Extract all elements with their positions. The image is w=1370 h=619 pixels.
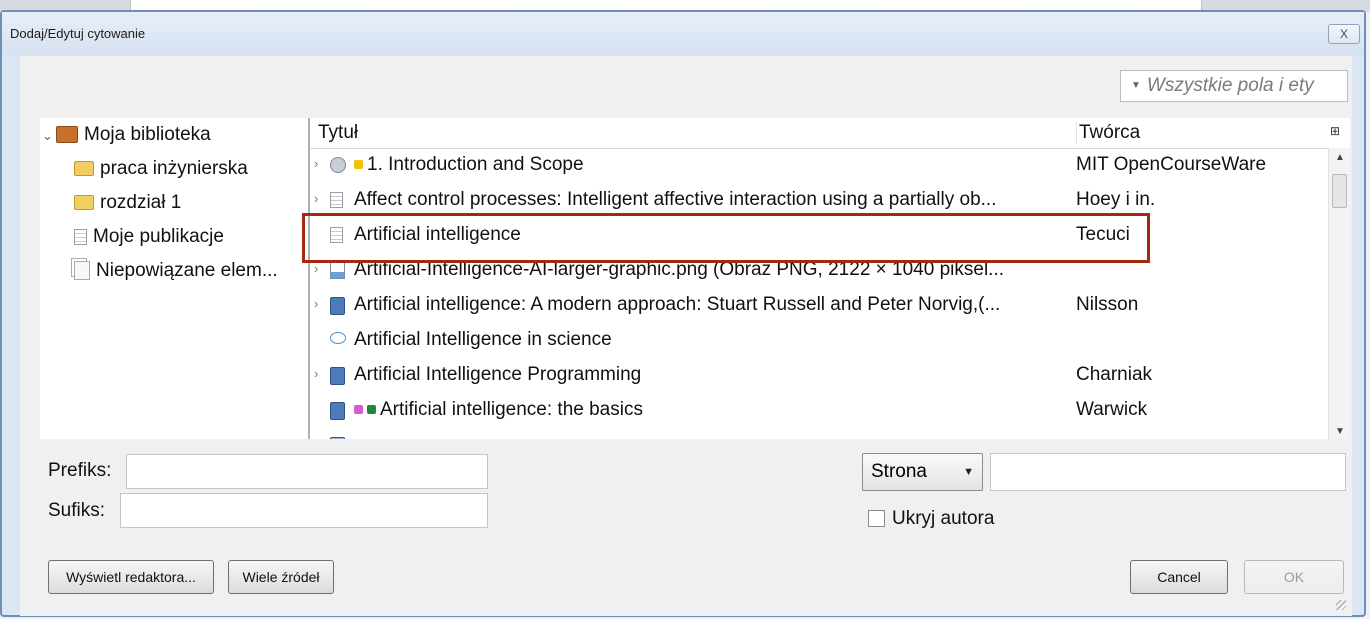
item-title: Artificial Intelligence Programming: [354, 364, 642, 385]
library-icon: [56, 126, 78, 144]
book-icon: [330, 437, 345, 439]
collection-my-library[interactable]: ⌄ Moja biblioteka: [42, 118, 211, 152]
multiple-sources-button[interactable]: Wiele źródeł: [228, 560, 334, 594]
collection-my-publications[interactable]: Moje publikacje: [74, 220, 224, 254]
person-icon: [330, 157, 346, 173]
title-bar: Dodaj/Edytuj cytowanie X: [2, 12, 1364, 56]
list-item[interactable]: Artificial intelligence Tecuci: [310, 218, 1328, 253]
tag-color-icon: [354, 160, 363, 170]
suffix-label: Sufiks:: [48, 500, 106, 521]
item-creator: Hoey i in.: [1076, 189, 1156, 210]
collection-unfiled[interactable]: Niepowiązane elem...: [74, 254, 278, 288]
show-editor-button[interactable]: Wyświetl redaktora...: [48, 560, 214, 594]
list-item[interactable]: › Artificial Intelligence Programming Ch…: [310, 358, 1328, 393]
dialog-body: ▼ Wszystkie pola i ety ⌄ Moja biblioteka p…: [20, 56, 1352, 616]
column-creator[interactable]: Twórca: [1076, 122, 1140, 144]
collection-tree: ⌄ Moja biblioteka praca inżynierska rozdz…: [40, 118, 310, 439]
list-item[interactable]: › Affect control processes: Intelligent …: [310, 183, 1328, 218]
item-creator: Warwick: [1076, 399, 1148, 420]
item-title: Artificial Intelligence in science: [354, 329, 612, 350]
book-icon: [330, 402, 345, 420]
folder-icon: [74, 195, 94, 211]
chevron-right-icon[interactable]: ›: [314, 191, 326, 206]
hide-author-label: Ukryj autora: [892, 508, 995, 529]
search-field[interactable]: ▼ Wszystkie pola i ety: [1120, 70, 1348, 102]
collection-label: praca inżynierska: [100, 158, 248, 179]
collection-label: Niepowiązane elem...: [96, 260, 278, 281]
unfiled-items-icon: [74, 261, 90, 281]
tag-color-icon: [354, 405, 363, 415]
chevron-right-icon[interactable]: ›: [314, 296, 326, 311]
hide-author-checkbox[interactable]: [868, 510, 885, 527]
list-item[interactable]: Artificial Intelligence in science: [310, 323, 1328, 358]
item-title: Artificial intelligence: [354, 224, 521, 245]
item-creator: Nilsson: [1076, 294, 1139, 315]
column-title[interactable]: Tytuł: [318, 122, 358, 144]
collection-label: rozdział 1: [100, 192, 182, 213]
document-icon: [330, 227, 343, 243]
item-title: Affect control processes: Intelligent af…: [354, 189, 997, 210]
prefix-input[interactable]: [126, 454, 488, 489]
scrollbar-thumb[interactable]: [1332, 174, 1347, 208]
locator-value: Strona: [871, 461, 927, 482]
search-mode-dropdown-icon[interactable]: ▼: [1131, 80, 1141, 91]
item-creator: Charniak: [1076, 364, 1153, 385]
item-title: Artificial intelligence: the basics: [380, 399, 643, 420]
list-item[interactable]: › 1. Introduction and Scope MIT OpenCour…: [310, 148, 1328, 183]
citation-dialog: Dodaj/Edytuj cytowanie X ▼ Wszystkie pola…: [0, 10, 1366, 617]
chevron-down-icon: ▼: [963, 466, 974, 478]
image-icon: [330, 262, 345, 279]
folder-icon: [74, 161, 94, 177]
suffix-input[interactable]: [120, 493, 488, 528]
locator-input[interactable]: [990, 453, 1346, 491]
list-item[interactable]: [310, 428, 1328, 439]
item-title: Artificial intelligence: A modern approa…: [354, 294, 1001, 315]
book-icon: [330, 367, 345, 385]
speech-bubble-icon: [330, 332, 346, 344]
item-creator: Tecuci: [1076, 224, 1130, 245]
prefix-label: Prefiks:: [48, 460, 112, 481]
scroll-up-icon[interactable]: ▲: [1335, 152, 1345, 163]
collection-praca[interactable]: praca inżynierska: [74, 152, 248, 186]
item-title: Artificial-Intelligence-AI-larger-graphi…: [354, 259, 1004, 280]
collection-label: Moja biblioteka: [84, 124, 211, 145]
items-list: Tytuł Twórca ⊞ › 1. Introduction and Sco…: [310, 118, 1350, 439]
book-icon: [330, 297, 345, 315]
items-header: Tytuł Twórca ⊞: [310, 118, 1350, 149]
column-picker-icon[interactable]: ⊞: [1330, 124, 1340, 138]
dialog-title: Dodaj/Edytuj cytowanie: [10, 26, 146, 41]
close-button[interactable]: X: [1328, 24, 1360, 44]
document-icon: [74, 228, 87, 245]
resize-grip-icon[interactable]: [1336, 600, 1346, 610]
tag-color-icon: [367, 405, 376, 415]
background-document: [130, 0, 1202, 10]
collection-rozdzial[interactable]: rozdział 1: [74, 186, 181, 220]
search-placeholder: Wszystkie pola i ety: [1146, 75, 1314, 97]
cancel-button[interactable]: Cancel: [1130, 560, 1228, 594]
collection-label: Moje publikacje: [93, 226, 224, 247]
locator-select[interactable]: Strona ▼: [862, 453, 983, 491]
ok-button[interactable]: OK: [1244, 560, 1344, 594]
list-item[interactable]: Artificial intelligence: the basics Warw…: [310, 393, 1328, 428]
chevron-right-icon[interactable]: ›: [314, 156, 326, 171]
item-creator: MIT OpenCourseWare: [1076, 154, 1267, 175]
list-item[interactable]: › Artificial intelligence: A modern appr…: [310, 288, 1328, 323]
chevron-down-icon[interactable]: ⌄: [42, 119, 56, 153]
scroll-down-icon[interactable]: ▼: [1335, 426, 1345, 437]
list-item[interactable]: › Artificial-Intelligence-AI-larger-grap…: [310, 253, 1328, 288]
document-icon: [330, 192, 343, 208]
chevron-right-icon[interactable]: ›: [314, 261, 326, 276]
item-title: 1. Introduction and Scope: [367, 154, 584, 175]
chevron-right-icon[interactable]: ›: [314, 366, 326, 381]
items-scrollbar[interactable]: ▲ ▼: [1328, 148, 1350, 439]
